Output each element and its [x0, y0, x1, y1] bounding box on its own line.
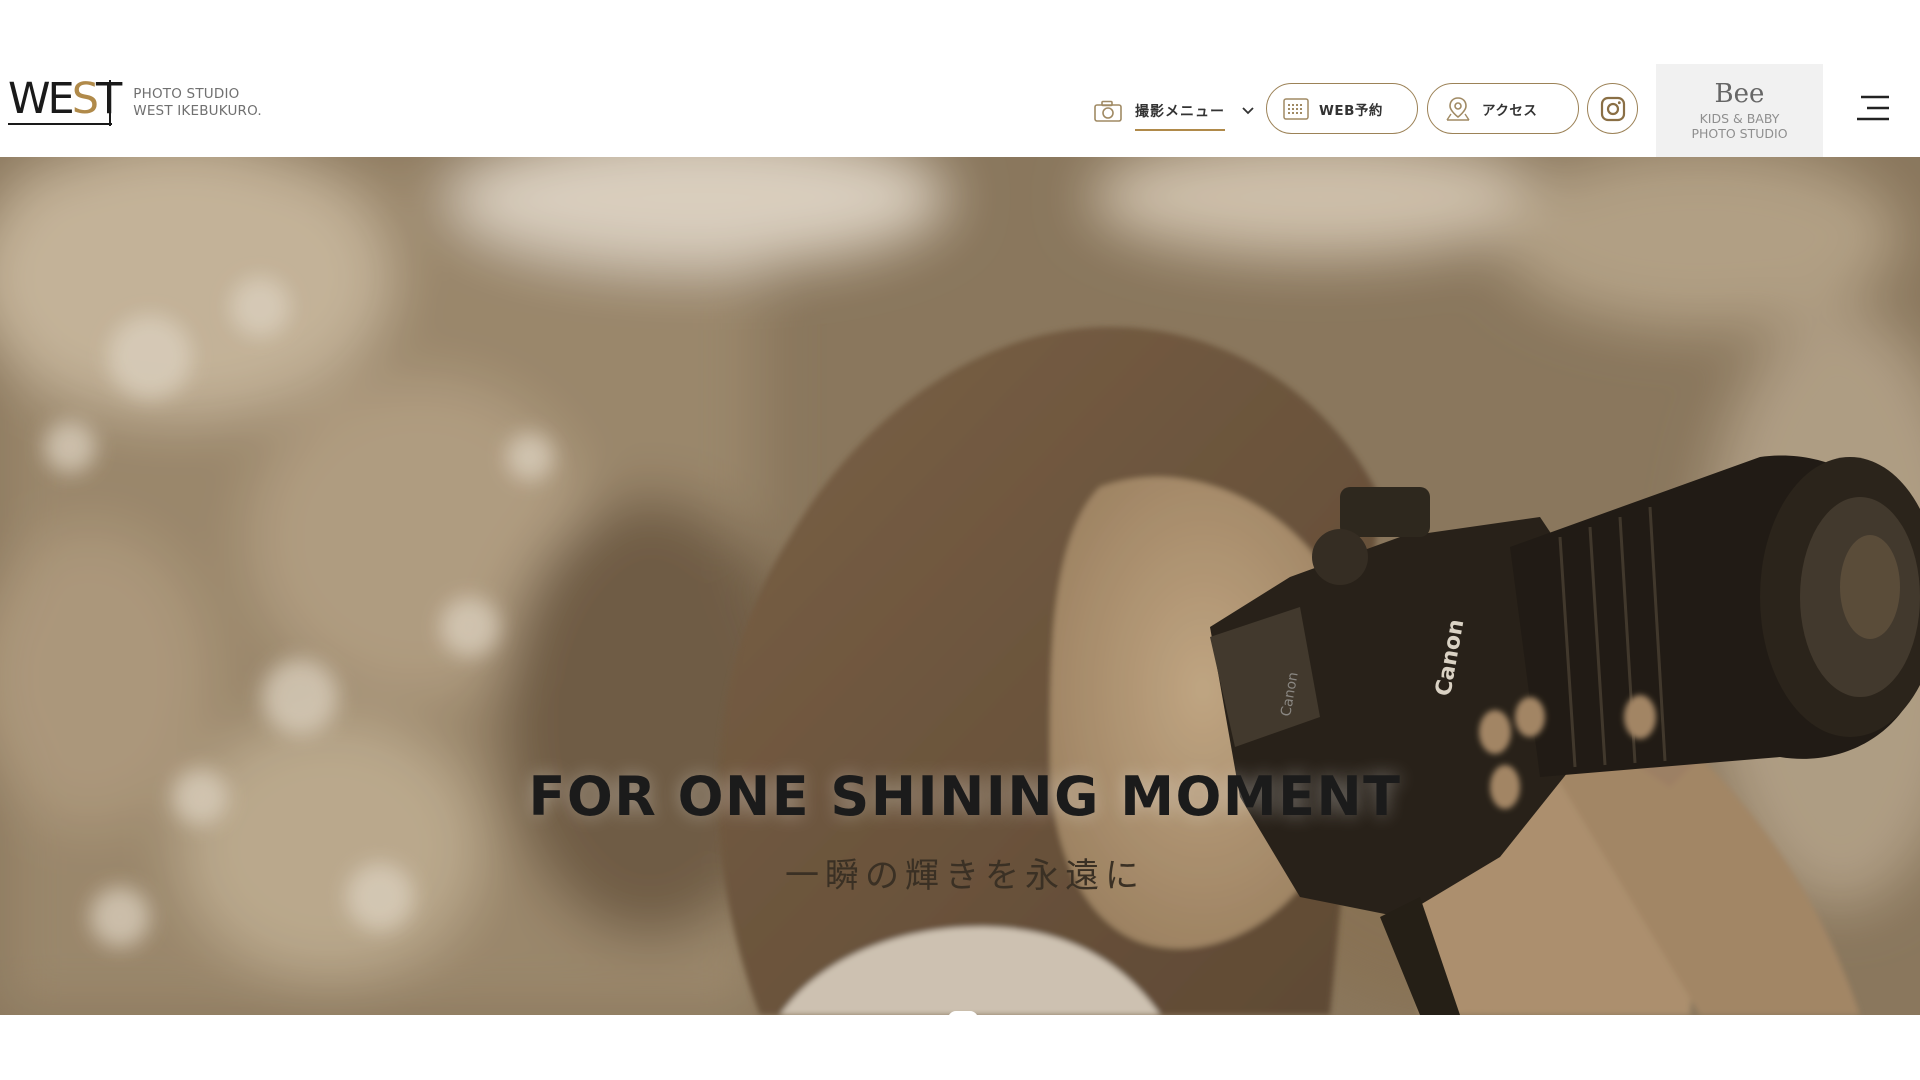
access-button[interactable]: アクセス — [1427, 83, 1579, 134]
hero-subtitle: 一瞬の輝きを永遠に — [785, 856, 1145, 896]
logo-mark: WEST — [8, 74, 122, 126]
access-label: アクセス — [1482, 102, 1538, 119]
bee-line-2: PHOTO STUDIO — [1691, 125, 1788, 141]
bee-subtitle: KIDS & BABY PHOTO STUDIO — [1691, 111, 1787, 141]
logo-line-2: WEST IKEBUKURO. — [133, 102, 262, 119]
calendar-icon — [1283, 97, 1309, 120]
scroll-indicator[interactable] — [948, 1011, 978, 1015]
web-reserve-button[interactable]: WEB予約 — [1266, 83, 1418, 134]
bee-line-1: KIDS & BABY — [1699, 110, 1780, 126]
instagram-button[interactable] — [1587, 83, 1638, 134]
site-logo[interactable]: WEST PHOTO STUDIO WEST IKEBUKURO. — [8, 78, 262, 127]
chevron-down-icon — [1242, 107, 1254, 115]
shooting-menu-label: 撮影メニュー — [1135, 101, 1225, 131]
bee-kids-studio-link[interactable]: Bee KIDS & BABY PHOTO STUDIO — [1656, 64, 1823, 157]
camera-icon — [1094, 100, 1122, 122]
hamburger-icon[interactable] — [1855, 91, 1893, 125]
instagram-icon — [1600, 96, 1625, 121]
logo-text: PHOTO STUDIO WEST IKEBUKURO. — [133, 86, 262, 120]
bee-logo: Bee — [1714, 78, 1765, 109]
map-pin-icon — [1446, 96, 1470, 121]
logo-line-1: PHOTO STUDIO — [133, 85, 240, 102]
hero-section: Canon Canon FOR ONE SHINING MOMENT 一瞬の輝き… — [0, 157, 1920, 1015]
hero-title: FOR ONE SHINING MOMENT — [528, 765, 1402, 828]
shooting-menu-dropdown[interactable]: 撮影メニュー — [1093, 94, 1255, 131]
web-reserve-label: WEB予約 — [1319, 102, 1383, 119]
site-header: WEST PHOTO STUDIO WEST IKEBUKURO. 撮影メニュー — [0, 64, 1920, 157]
